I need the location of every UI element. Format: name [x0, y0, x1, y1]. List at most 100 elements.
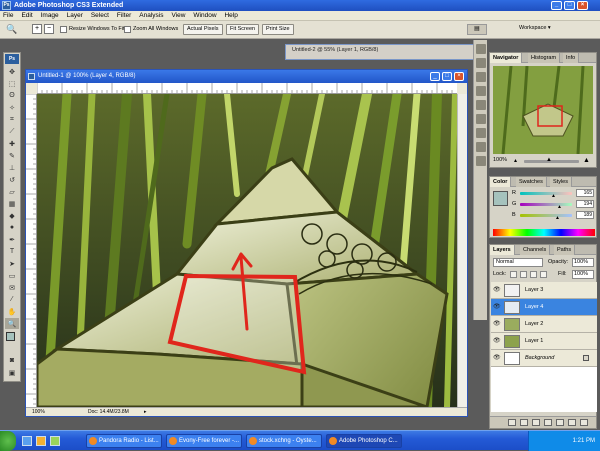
tab-navigator[interactable]: Navigator: [490, 53, 523, 63]
path-selection-tool-icon[interactable]: ➤: [5, 258, 19, 269]
dock-info-icon[interactable]: [475, 114, 486, 124]
zoom-tool-icon-selected[interactable]: 🔍: [5, 318, 19, 329]
visibility-eye-icon[interactable]: 👁: [493, 355, 501, 362]
shape-tool-icon[interactable]: ▭: [5, 270, 19, 281]
menu-image[interactable]: Image: [38, 11, 62, 21]
menu-help[interactable]: Help: [221, 11, 240, 21]
dock-character-icon[interactable]: [475, 128, 486, 138]
document-window[interactable]: Untitled-1 @ 100% (Layer 4, RGB/8) _ □ ×: [25, 69, 468, 417]
navigator-slider-thumb-icon[interactable]: ▲: [546, 157, 552, 163]
navigator-zoom[interactable]: 100%: [493, 157, 507, 163]
channel-slider-b[interactable]: [520, 214, 572, 217]
layer-row[interactable]: 👁 Layer 1: [491, 333, 597, 350]
channel-slider-r[interactable]: [520, 192, 572, 195]
gradient-tool-icon[interactable]: ▦: [5, 198, 19, 209]
dock-brushes-icon[interactable]: [475, 44, 486, 54]
fit-screen-button[interactable]: Fit Screen: [226, 24, 260, 35]
dodge-tool-icon[interactable]: ●: [5, 222, 19, 233]
history-brush-tool-icon[interactable]: ↺: [5, 174, 19, 185]
layer-row[interactable]: 👁 Layer 2: [491, 316, 597, 333]
taskbar-button[interactable]: Pandora Radio - List...: [86, 434, 162, 448]
document-zoom[interactable]: 100%: [32, 408, 45, 417]
color-foreground-swatch[interactable]: [493, 191, 508, 206]
tab-styles[interactable]: Styles: [550, 177, 572, 187]
vertical-ruler[interactable]: [26, 94, 37, 407]
doc-close-button[interactable]: ×: [454, 72, 464, 81]
tab-color[interactable]: Color: [490, 177, 512, 187]
layer-row[interactable]: 👁 Layer 4: [491, 299, 597, 316]
visibility-eye-icon[interactable]: 👁: [493, 287, 501, 294]
fill-input[interactable]: 100%: [572, 270, 594, 279]
navigator-zoom-out-icon[interactable]: ▴: [514, 157, 517, 164]
lock-all-icon[interactable]: [540, 271, 547, 278]
minimize-button[interactable]: _: [551, 1, 562, 10]
foreground-color-swatch[interactable]: [6, 332, 15, 341]
healing-brush-tool-icon[interactable]: ✚: [5, 138, 19, 149]
eyedropper-tool-icon[interactable]: ⁄: [5, 294, 19, 305]
maximize-button[interactable]: □: [564, 1, 575, 10]
tab-paths[interactable]: Paths: [554, 245, 576, 255]
channel-slider-g[interactable]: [520, 203, 572, 206]
tab-channels[interactable]: Channels: [520, 245, 551, 255]
actual-pixels-button[interactable]: Actual Pixels: [183, 24, 223, 35]
menu-analysis[interactable]: Analysis: [136, 11, 166, 21]
navigator-zoom-in-icon[interactable]: ▲: [583, 157, 590, 164]
eraser-tool-icon[interactable]: ▱: [5, 186, 19, 197]
marquee-tool-icon[interactable]: ⬚: [5, 78, 19, 89]
visibility-eye-icon[interactable]: 👁: [493, 321, 501, 328]
fx-icon[interactable]: [520, 419, 528, 426]
zoom-all-windows-checkbox[interactable]: [124, 26, 131, 33]
palette-well-icon[interactable]: ▤: [467, 24, 487, 35]
channel-thumb-icon[interactable]: ▲: [557, 204, 562, 210]
pen-tool-icon[interactable]: ✒: [5, 234, 19, 245]
lock-transparency-icon[interactable]: [510, 271, 517, 278]
layer-row[interactable]: 👁 Layer 3: [491, 282, 597, 299]
tray-clock[interactable]: 1:21 PM: [573, 438, 595, 444]
taskbar-button[interactable]: Evony-Free forever -...: [166, 434, 242, 448]
channel-value-g[interactable]: 194: [576, 200, 594, 208]
vertical-scrollbar[interactable]: [457, 94, 467, 407]
dock-paragraph-icon[interactable]: [475, 142, 486, 152]
dock-layer-comps-icon[interactable]: [475, 156, 486, 166]
tab-histogram[interactable]: Histogram: [528, 53, 561, 63]
notes-tool-icon[interactable]: ✉: [5, 282, 19, 293]
taskbar-button[interactable]: Adobe Photoshop C...: [326, 434, 402, 448]
image-canvas[interactable]: [37, 94, 457, 407]
quick-launch-desktop-icon[interactable]: [50, 436, 60, 446]
status-menu-arrow-icon[interactable]: ▸: [144, 408, 147, 417]
background-document-window[interactable]: Untitled-2 @ 55% (Layer 1, RGB/8): [285, 44, 475, 60]
color-spectrum-bar[interactable]: [493, 229, 595, 236]
zoom-out-icon[interactable]: −: [44, 24, 54, 34]
quick-launch-icon[interactable]: [22, 436, 32, 446]
menu-edit[interactable]: Edit: [18, 11, 35, 21]
type-tool-icon[interactable]: T: [5, 246, 19, 257]
lasso-tool-icon[interactable]: ʘ: [5, 90, 19, 101]
start-button[interactable]: [0, 431, 16, 451]
zoom-in-icon[interactable]: +: [32, 24, 42, 34]
channel-thumb-icon[interactable]: ▲: [555, 215, 560, 221]
tab-layers[interactable]: Layers: [490, 245, 515, 255]
close-button[interactable]: ×: [577, 1, 588, 10]
zoom-tool-icon[interactable]: 🔍: [6, 24, 17, 35]
quick-launch-firefox-icon[interactable]: [36, 436, 46, 446]
menu-select[interactable]: Select: [88, 11, 112, 21]
lock-pixels-icon[interactable]: [520, 271, 527, 278]
menu-view[interactable]: View: [168, 11, 188, 21]
layer-row[interactable]: 👁 Background: [491, 350, 597, 367]
print-size-button[interactable]: Print Size: [262, 24, 294, 35]
new-layer-icon[interactable]: [568, 419, 576, 426]
tab-swatches[interactable]: Swatches: [516, 177, 547, 187]
dock-clone-source-icon[interactable]: [475, 58, 486, 68]
screen-mode-icon[interactable]: ▣: [5, 367, 19, 378]
clone-stamp-tool-icon[interactable]: ⊥: [5, 162, 19, 173]
dock-history-icon[interactable]: [475, 86, 486, 96]
navigator-thumbnail[interactable]: [493, 66, 593, 154]
adjustment-icon[interactable]: [544, 419, 552, 426]
dock-tool-presets-icon[interactable]: [475, 72, 486, 82]
link-icon[interactable]: [508, 419, 516, 426]
brush-tool-icon[interactable]: ✎: [5, 150, 19, 161]
blur-tool-icon[interactable]: ◆: [5, 210, 19, 221]
doc-minimize-button[interactable]: _: [430, 72, 440, 81]
menu-file[interactable]: File: [0, 11, 16, 21]
resize-windows-checkbox[interactable]: [60, 26, 67, 33]
